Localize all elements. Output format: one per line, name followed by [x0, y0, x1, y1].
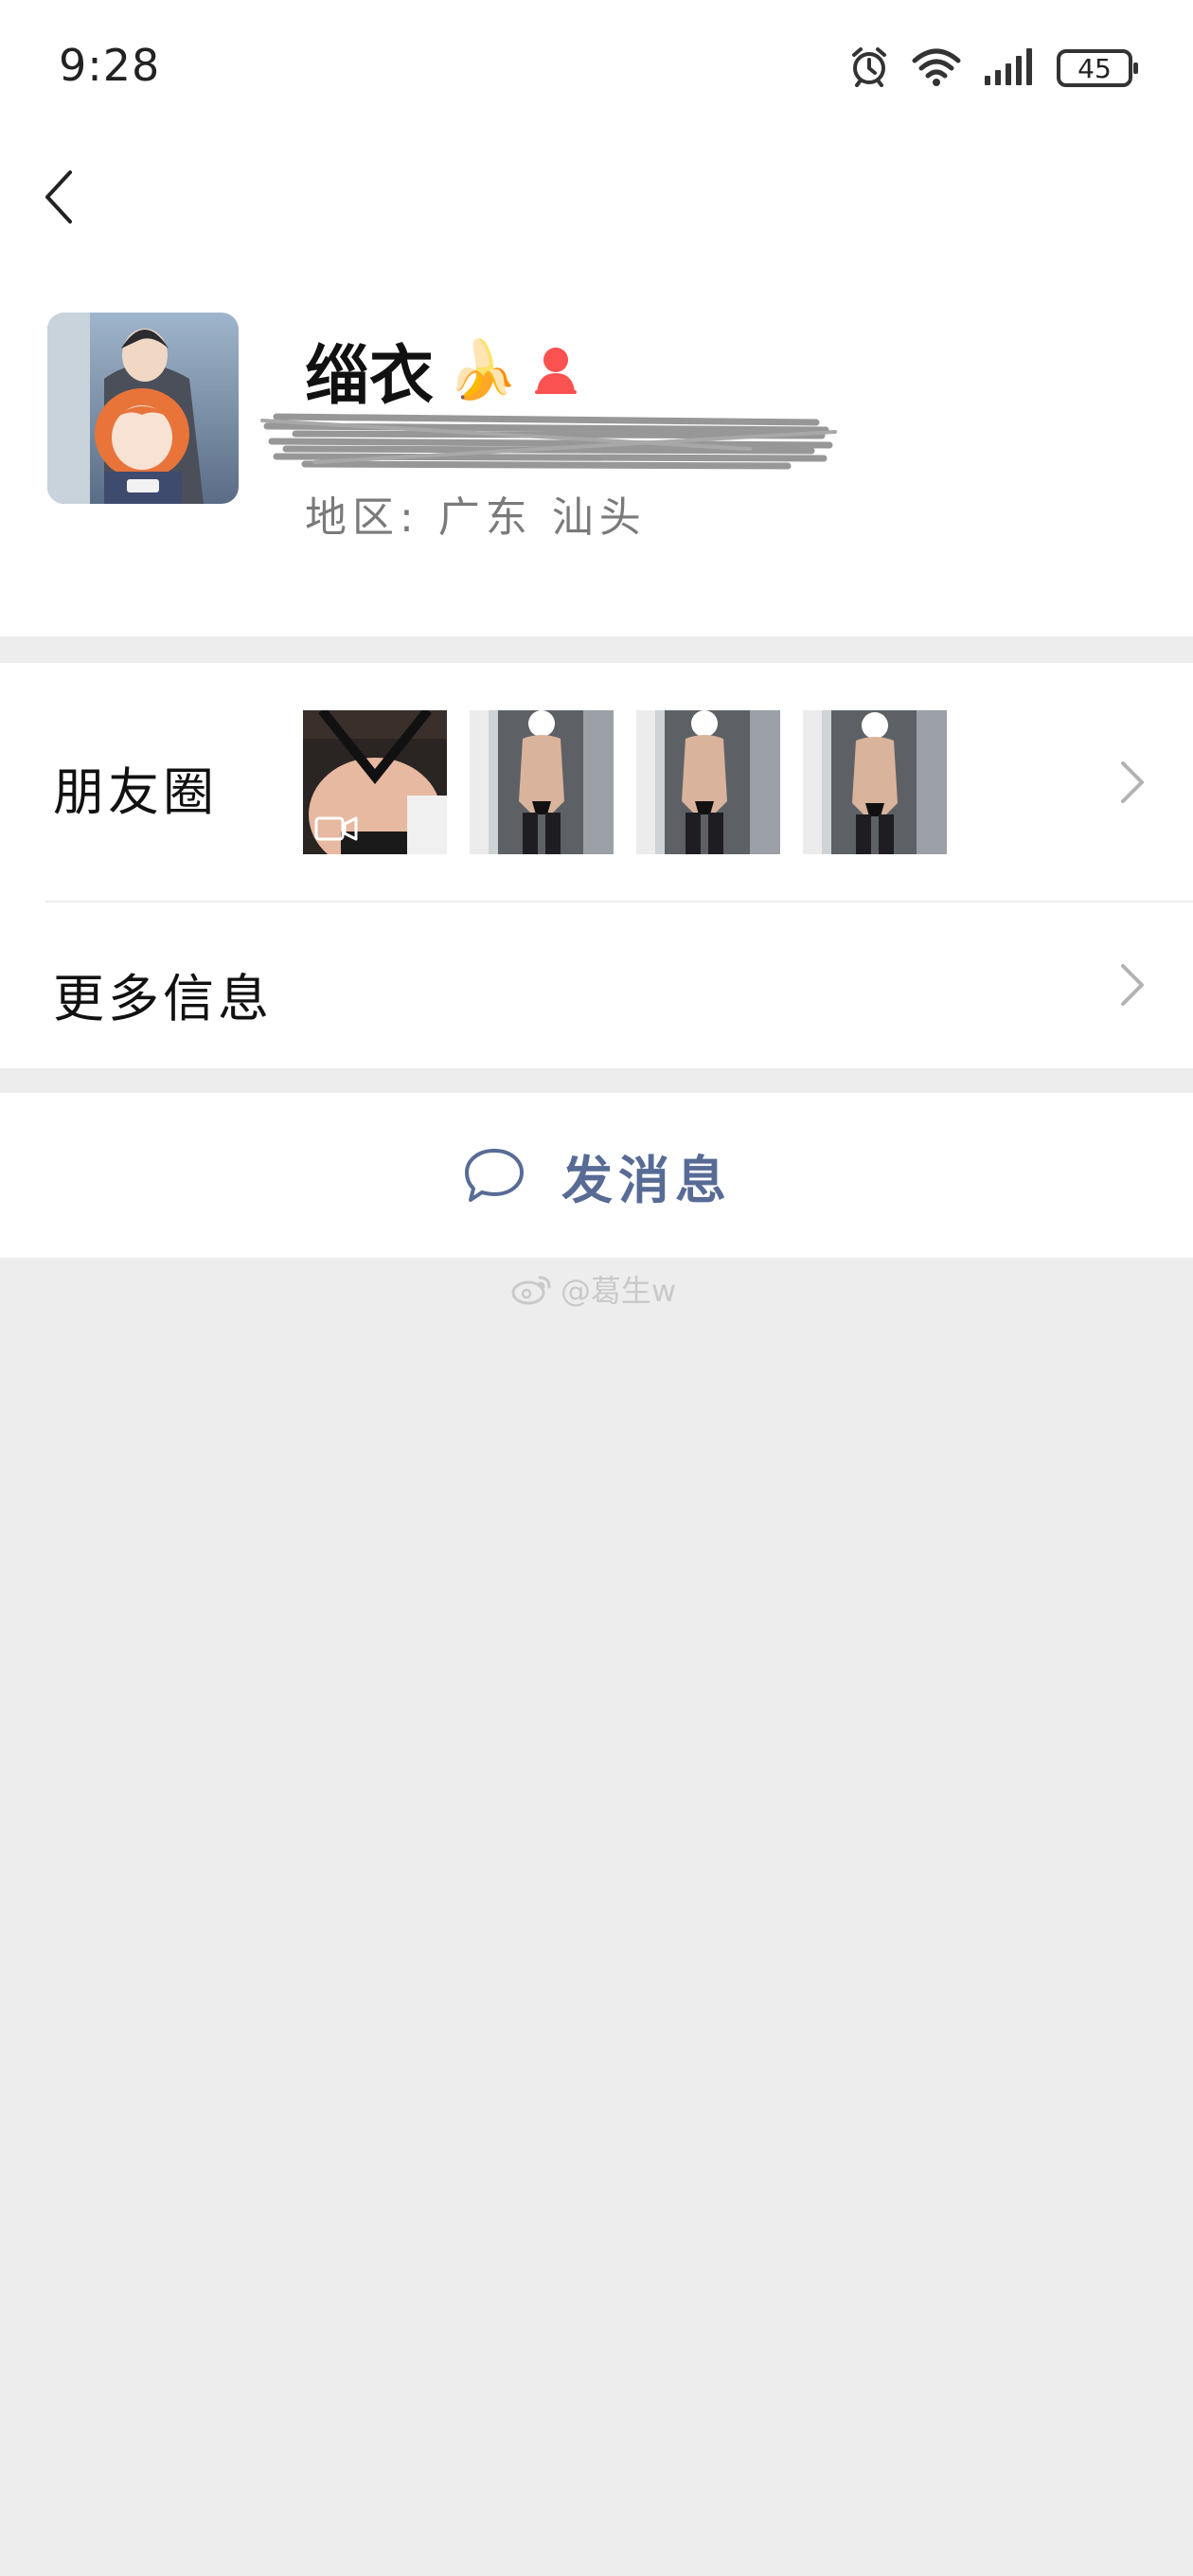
- battery-icon: 45: [1057, 49, 1138, 87]
- profile-header: 缁衣 🍌 地区: 广东 汕头: [0, 246, 1193, 636]
- avatar[interactable]: [47, 313, 239, 504]
- status-icons: 45: [848, 45, 1138, 91]
- chevron-left-icon: [45, 170, 72, 224]
- alarm-icon: [848, 45, 890, 91]
- top-nav: [0, 142, 1193, 246]
- more-info-row[interactable]: 更多信息: [0, 902, 1193, 1068]
- send-message-label: 发消息: [561, 1150, 732, 1210]
- status-time: 9:28: [59, 40, 161, 91]
- back-button[interactable]: [32, 161, 98, 227]
- watermark-text: @葛生w: [561, 1273, 677, 1309]
- watermark: @葛生w: [511, 1267, 676, 1311]
- moments-thumbnails: [303, 710, 947, 854]
- chat-bubble-icon: [465, 1149, 524, 1202]
- name-row: 缁衣 🍌: [305, 322, 580, 417]
- send-message-button[interactable]: 发消息: [0, 1093, 1193, 1258]
- chevron-right-icon: [1121, 761, 1144, 803]
- status-bar: 9:28 45: [0, 0, 1193, 142]
- weibo-icon: [511, 1276, 551, 1305]
- wifi-icon: [911, 45, 962, 91]
- banana-emoji: 🍌: [447, 336, 518, 403]
- female-icon: [534, 348, 577, 394]
- moments-thumbnail: [636, 710, 780, 854]
- moments-row[interactable]: 朋友圈: [0, 663, 1193, 902]
- redaction-scribble: [260, 413, 837, 470]
- battery-level: 45: [1077, 52, 1112, 84]
- chevron-right-icon: [1121, 964, 1144, 1006]
- moments-label: 朋友圈: [53, 762, 218, 822]
- moments-thumbnail: [470, 710, 614, 854]
- moments-thumbnail: [803, 710, 947, 854]
- nickname: 缁衣: [305, 338, 435, 414]
- video-icon: [314, 816, 358, 841]
- info-card: 朋友圈 更多信息: [0, 663, 1193, 1068]
- signal-icon: [983, 45, 1036, 91]
- more-info-label: 更多信息: [53, 969, 273, 1029]
- region-text: 地区: 广东 汕头: [305, 493, 647, 542]
- moments-thumbnail: [303, 710, 447, 854]
